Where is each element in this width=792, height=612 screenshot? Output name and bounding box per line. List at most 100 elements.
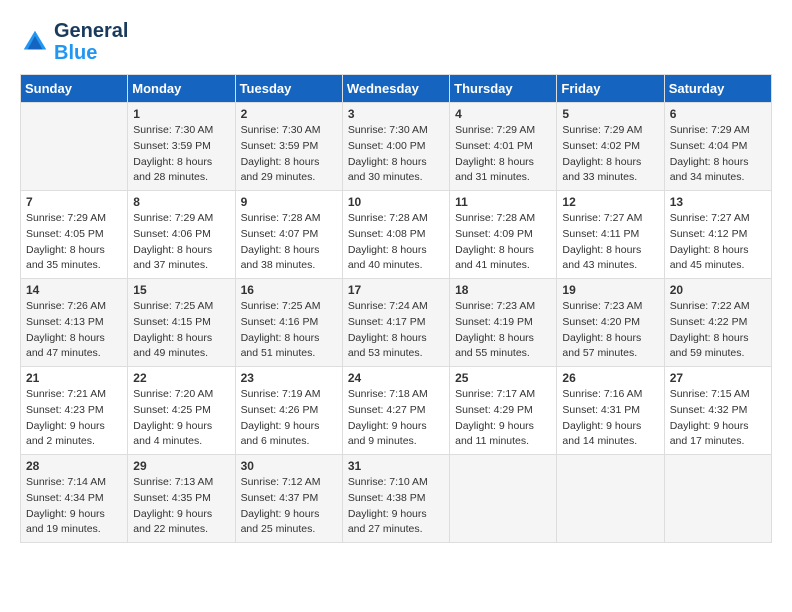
- day-info: Sunrise: 7:15 AMSunset: 4:32 PMDaylight:…: [670, 387, 766, 450]
- day-info: Sunrise: 7:14 AMSunset: 4:34 PMDaylight:…: [26, 475, 122, 538]
- day-info-line: and 6 minutes.: [241, 434, 337, 450]
- day-info-line: Daylight: 9 hours: [455, 419, 551, 435]
- day-info: Sunrise: 7:18 AMSunset: 4:27 PMDaylight:…: [348, 387, 444, 450]
- day-info-line: Daylight: 8 hours: [670, 243, 766, 259]
- calendar-cell: 25 Sunrise: 7:17 AMSunset: 4:29 PMDayligh…: [450, 367, 557, 455]
- day-info-line: Daylight: 9 hours: [241, 419, 337, 435]
- day-number: 28: [26, 459, 122, 473]
- day-info: Sunrise: 7:28 AMSunset: 4:09 PMDaylight:…: [455, 211, 551, 274]
- day-number: 21: [26, 371, 122, 385]
- calendar-cell: 2Sunrise: 7:30 AMSunset: 3:59 PMDaylight…: [235, 103, 342, 191]
- day-number: 8: [133, 195, 229, 209]
- day-info-line: Sunset: 3:59 PM: [133, 139, 229, 155]
- day-info-line: and 9 minutes.: [348, 434, 444, 450]
- day-info: Sunrise: 7:29 AMSunset: 4:02 PMDaylight:…: [562, 123, 658, 186]
- calendar-cell: [664, 455, 771, 543]
- day-info-line: Daylight: 8 hours: [348, 155, 444, 171]
- day-info-line: Sunrise: 7:23 AM: [562, 299, 658, 315]
- day-info-line: Sunrise: 7:22 AM: [670, 299, 766, 315]
- day-info-line: Sunset: 4:01 PM: [455, 139, 551, 155]
- day-info-line: and 38 minutes.: [241, 258, 337, 274]
- day-info: Sunrise: 7:30 AMSunset: 3:59 PMDaylight:…: [241, 123, 337, 186]
- day-info-line: and 47 minutes.: [26, 346, 122, 362]
- day-info-line: and 30 minutes.: [348, 170, 444, 186]
- day-info: Sunrise: 7:29 AMSunset: 4:05 PMDaylight:…: [26, 211, 122, 274]
- calendar-cell: 24Sunrise: 7:18 AMSunset: 4:27 PMDayligh…: [342, 367, 449, 455]
- day-info-line: Daylight: 8 hours: [670, 331, 766, 347]
- day-info-line: Sunrise: 7:29 AM: [455, 123, 551, 139]
- day-info-line: and 57 minutes.: [562, 346, 658, 362]
- day-info: Sunrise: 7:27 AMSunset: 4:12 PMDaylight:…: [670, 211, 766, 274]
- calendar-cell: 4 Sunrise: 7:29 AMSunset: 4:01 PMDaylight…: [450, 103, 557, 191]
- day-info-line: Sunset: 4:07 PM: [241, 227, 337, 243]
- day-info-line: Daylight: 8 hours: [455, 155, 551, 171]
- day-info-line: Sunrise: 7:26 AM: [26, 299, 122, 315]
- day-number: 3: [348, 107, 444, 121]
- calendar-cell: 22Sunrise: 7:20 AMSunset: 4:25 PMDayligh…: [128, 367, 235, 455]
- day-info-line: Sunset: 4:09 PM: [455, 227, 551, 243]
- calendar-cell: 11Sunrise: 7:28 AMSunset: 4:09 PMDayligh…: [450, 191, 557, 279]
- day-info: Sunrise: 7:20 AMSunset: 4:25 PMDaylight:…: [133, 387, 229, 450]
- day-info-line: and 34 minutes.: [670, 170, 766, 186]
- day-number: 23: [241, 371, 337, 385]
- day-info: Sunrise: 7:29 AMSunset: 4:06 PMDaylight:…: [133, 211, 229, 274]
- day-info-line: Sunrise: 7:19 AM: [241, 387, 337, 403]
- day-info: Sunrise: 7:29 AMSunset: 4:04 PMDaylight:…: [670, 123, 766, 186]
- day-number: 20: [670, 283, 766, 297]
- calendar-cell: 31Sunrise: 7:10 AMSunset: 4:38 PMDayligh…: [342, 455, 449, 543]
- day-info-line: Sunset: 4:29 PM: [455, 403, 551, 419]
- day-info-line: Sunrise: 7:27 AM: [670, 211, 766, 227]
- column-header-wednesday: Wednesday: [342, 75, 449, 103]
- day-number: 1: [133, 107, 229, 121]
- day-info: Sunrise: 7:24 AMSunset: 4:17 PMDaylight:…: [348, 299, 444, 362]
- day-info-line: and 40 minutes.: [348, 258, 444, 274]
- day-info-line: Daylight: 9 hours: [133, 507, 229, 523]
- day-number: 16: [241, 283, 337, 297]
- day-info-line: Sunset: 4:31 PM: [562, 403, 658, 419]
- day-info-line: and 28 minutes.: [133, 170, 229, 186]
- calendar-cell: 13Sunrise: 7:27 AMSunset: 4:12 PMDayligh…: [664, 191, 771, 279]
- day-info-line: Daylight: 8 hours: [241, 243, 337, 259]
- day-info: Sunrise: 7:17 AMSunset: 4:29 PMDaylight:…: [455, 387, 551, 450]
- day-info-line: Daylight: 8 hours: [26, 331, 122, 347]
- day-info-line: and 51 minutes.: [241, 346, 337, 362]
- day-info-line: Sunrise: 7:12 AM: [241, 475, 337, 491]
- day-info-line: and 35 minutes.: [26, 258, 122, 274]
- day-info-line: Sunset: 4:25 PM: [133, 403, 229, 419]
- day-info-line: and 31 minutes.: [455, 170, 551, 186]
- day-number: 10: [348, 195, 444, 209]
- day-info-line: Sunset: 4:04 PM: [670, 139, 766, 155]
- day-info-line: Sunset: 4:26 PM: [241, 403, 337, 419]
- day-info-line: Sunrise: 7:25 AM: [241, 299, 337, 315]
- day-number: 25: [455, 371, 551, 385]
- calendar-cell: 7Sunrise: 7:29 AMSunset: 4:05 PMDaylight…: [21, 191, 128, 279]
- day-info: Sunrise: 7:16 AMSunset: 4:31 PMDaylight:…: [562, 387, 658, 450]
- day-number: 9: [241, 195, 337, 209]
- calendar-week-3: 14Sunrise: 7:26 AMSunset: 4:13 PMDayligh…: [21, 279, 772, 367]
- day-info: Sunrise: 7:21 AMSunset: 4:23 PMDaylight:…: [26, 387, 122, 450]
- day-info: Sunrise: 7:13 AMSunset: 4:35 PMDaylight:…: [133, 475, 229, 538]
- day-info: Sunrise: 7:25 AMSunset: 4:15 PMDaylight:…: [133, 299, 229, 362]
- calendar-cell: 19Sunrise: 7:23 AMSunset: 4:20 PMDayligh…: [557, 279, 664, 367]
- day-info-line: Sunrise: 7:18 AM: [348, 387, 444, 403]
- day-info-line: Daylight: 8 hours: [241, 331, 337, 347]
- day-info-line: and 27 minutes.: [348, 522, 444, 538]
- calendar-cell: [557, 455, 664, 543]
- day-number: 4: [455, 107, 551, 121]
- day-info: Sunrise: 7:22 AMSunset: 4:22 PMDaylight:…: [670, 299, 766, 362]
- day-info-line: Sunset: 4:19 PM: [455, 315, 551, 331]
- day-info-line: Daylight: 9 hours: [241, 507, 337, 523]
- day-info-line: Sunset: 4:35 PM: [133, 491, 229, 507]
- calendar-cell: 16Sunrise: 7:25 AMSunset: 4:16 PMDayligh…: [235, 279, 342, 367]
- day-info-line: Daylight: 9 hours: [562, 419, 658, 435]
- day-info-line: Sunrise: 7:13 AM: [133, 475, 229, 491]
- calendar-cell: 30Sunrise: 7:12 AMSunset: 4:37 PMDayligh…: [235, 455, 342, 543]
- day-number: 19: [562, 283, 658, 297]
- day-info-line: Daylight: 9 hours: [348, 419, 444, 435]
- day-info-line: Sunrise: 7:28 AM: [241, 211, 337, 227]
- day-info: Sunrise: 7:12 AMSunset: 4:37 PMDaylight:…: [241, 475, 337, 538]
- logo: General Blue: [20, 20, 128, 64]
- day-info-line: and 17 minutes.: [670, 434, 766, 450]
- day-info-line: Daylight: 9 hours: [670, 419, 766, 435]
- calendar-week-4: 21 Sunrise: 7:21 AMSunset: 4:23 PMDayligh…: [21, 367, 772, 455]
